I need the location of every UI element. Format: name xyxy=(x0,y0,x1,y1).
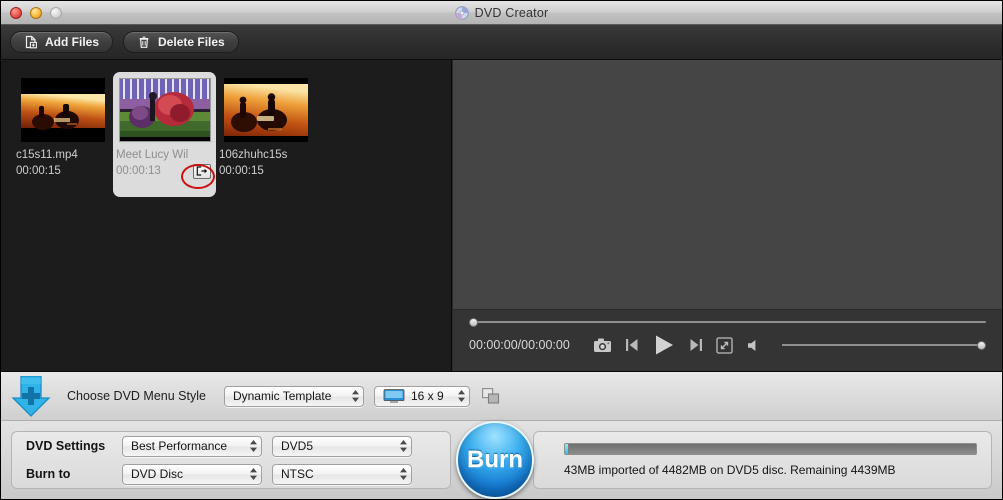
window-title-group: DVD Creator xyxy=(1,1,1002,24)
speaker-icon xyxy=(747,339,756,351)
export-arrow-icon xyxy=(196,166,207,176)
chevron-updown-icon xyxy=(396,468,407,480)
expand-icon xyxy=(716,336,733,354)
transport-controls: 00:00:00/00:00:00 xyxy=(469,334,986,356)
status-panel: 43MB imported of 4482MB on DVD5 disc. Re… xyxy=(533,431,992,489)
chevron-updown-icon xyxy=(454,390,465,402)
blue-down-arrow-plus-icon[interactable] xyxy=(11,375,51,420)
file-meta: 106zhuhc15s 00:00:15 xyxy=(216,142,316,179)
file-meta: c15s11.mp4 00:00:15 xyxy=(13,142,113,179)
bottom-bar: DVD Settings Best Performance DVD5 Burn … xyxy=(1,420,1002,499)
chevron-updown-icon xyxy=(246,440,257,452)
minimize-button[interactable] xyxy=(30,6,42,19)
import-progress-bar xyxy=(564,443,977,455)
chevron-updown-icon xyxy=(348,390,359,402)
volume-track xyxy=(781,344,986,346)
burn-label: Burn xyxy=(467,446,523,473)
file-thumbnail xyxy=(224,78,308,142)
tv-standard-value: NTSC xyxy=(281,467,314,481)
timecode: 00:00:00/00:00:00 xyxy=(469,338,570,352)
trash-icon xyxy=(137,35,151,49)
file-name: Meet Lucy Wil xyxy=(116,149,189,161)
burn-to-label: Burn to xyxy=(26,467,71,481)
seek-handle[interactable] xyxy=(469,317,478,327)
import-progress-fill xyxy=(565,444,570,454)
burn-button[interactable]: Burn xyxy=(456,421,534,499)
document-add-icon xyxy=(24,35,38,49)
status-text: 43MB imported of 4482MB on DVD5 disc. Re… xyxy=(564,463,896,477)
snapshot-button[interactable] xyxy=(593,337,612,353)
file-card-selected[interactable]: Meet Lucy Wil 00:00:13 xyxy=(113,72,216,197)
burn-target-value: DVD Disc xyxy=(131,467,184,481)
quality-value: Best Performance xyxy=(131,439,228,453)
volume-slider[interactable] xyxy=(781,340,986,350)
burn-target-dropdown[interactable]: DVD Disc xyxy=(122,463,262,485)
template-dropdown[interactable]: Dynamic Template xyxy=(223,385,364,407)
disc-type-dropdown[interactable]: DVD5 xyxy=(272,435,412,457)
export-button[interactable] xyxy=(193,163,211,179)
settings-panel: DVD Settings Best Performance DVD5 Burn … xyxy=(11,431,451,489)
chevron-updown-icon xyxy=(396,440,407,452)
window-title: DVD Creator xyxy=(474,5,549,20)
file-name: c15s11.mp4 xyxy=(16,149,78,161)
file-list[interactable]: c15s11.mp4 00:00:15 Meet Lucy Wil 00:00:… xyxy=(1,60,452,371)
volume-handle[interactable] xyxy=(977,340,986,350)
fullscreen-button[interactable] xyxy=(716,336,733,354)
dvd-settings-row: DVD Settings Best Performance DVD5 xyxy=(26,435,436,457)
file-duration: 00:00:13 xyxy=(116,164,161,177)
delete-files-button[interactable]: Delete Files xyxy=(123,31,239,53)
preview-stage[interactable] xyxy=(453,60,1002,309)
file-thumbnail xyxy=(21,78,105,142)
step-backward-icon xyxy=(625,339,638,351)
dvd-settings-label: DVD Settings xyxy=(26,439,106,453)
file-duration: 00:00:15 xyxy=(219,164,264,177)
template-value: Dynamic Template xyxy=(232,389,332,403)
next-frame-button[interactable] xyxy=(689,337,703,353)
window-controls xyxy=(1,6,62,19)
zoom-button xyxy=(50,6,62,19)
play-icon xyxy=(655,335,673,355)
file-meta: Meet Lucy Wil 00:00:13 xyxy=(113,142,216,179)
burn-button-wrap: Burn xyxy=(451,421,539,499)
step-forward-icon xyxy=(690,339,702,351)
menu-style-label: Choose DVD Menu Style xyxy=(67,389,206,403)
file-card[interactable]: c15s11.mp4 00:00:15 xyxy=(13,72,113,197)
seek-slider[interactable] xyxy=(469,317,986,327)
menu-style-bar: Choose DVD Menu Style Dynamic Template 1… xyxy=(1,371,1002,420)
cascade-windows-icon[interactable] xyxy=(482,388,500,404)
player-controls: 00:00:00/00:00:00 xyxy=(453,309,1002,371)
camera-icon xyxy=(593,338,611,352)
add-files-label: Add Files xyxy=(45,35,100,49)
aspect-ratio-dropdown[interactable]: 16 x 9 xyxy=(373,385,470,407)
volume-button[interactable] xyxy=(746,338,763,353)
monitor-icon xyxy=(383,389,405,403)
chevron-updown-icon xyxy=(246,468,257,480)
file-card[interactable]: 106zhuhc15s 00:00:15 xyxy=(216,72,316,197)
main-area: c15s11.mp4 00:00:15 Meet Lucy Wil 00:00:… xyxy=(1,60,1002,371)
seek-track xyxy=(469,321,986,323)
burn-to-row: Burn to DVD Disc NTSC xyxy=(26,463,436,485)
disc-type-value: DVD5 xyxy=(281,439,314,453)
quality-dropdown[interactable]: Best Performance xyxy=(122,435,262,457)
file-duration: 00:00:15 xyxy=(16,164,61,177)
add-files-button[interactable]: Add Files xyxy=(10,31,114,53)
previous-frame-button[interactable] xyxy=(625,337,639,353)
close-button[interactable] xyxy=(10,6,22,19)
aspect-ratio-value: 16 x 9 xyxy=(410,389,444,403)
dvd-disc-icon xyxy=(454,5,469,20)
toolbar: Add Files Delete Files xyxy=(1,25,1002,60)
tv-standard-dropdown[interactable]: NTSC xyxy=(272,463,412,485)
title-bar: DVD Creator xyxy=(1,1,1002,25)
delete-files-label: Delete Files xyxy=(158,35,225,49)
dvd-creator-window: DVD Creator Add Files Delete Files c15s1… xyxy=(0,0,1003,500)
file-thumbnail xyxy=(118,78,211,142)
play-button[interactable] xyxy=(652,334,676,356)
preview-panel: 00:00:00/00:00:00 xyxy=(452,60,1002,371)
file-name: 106zhuhc15s xyxy=(219,149,288,161)
